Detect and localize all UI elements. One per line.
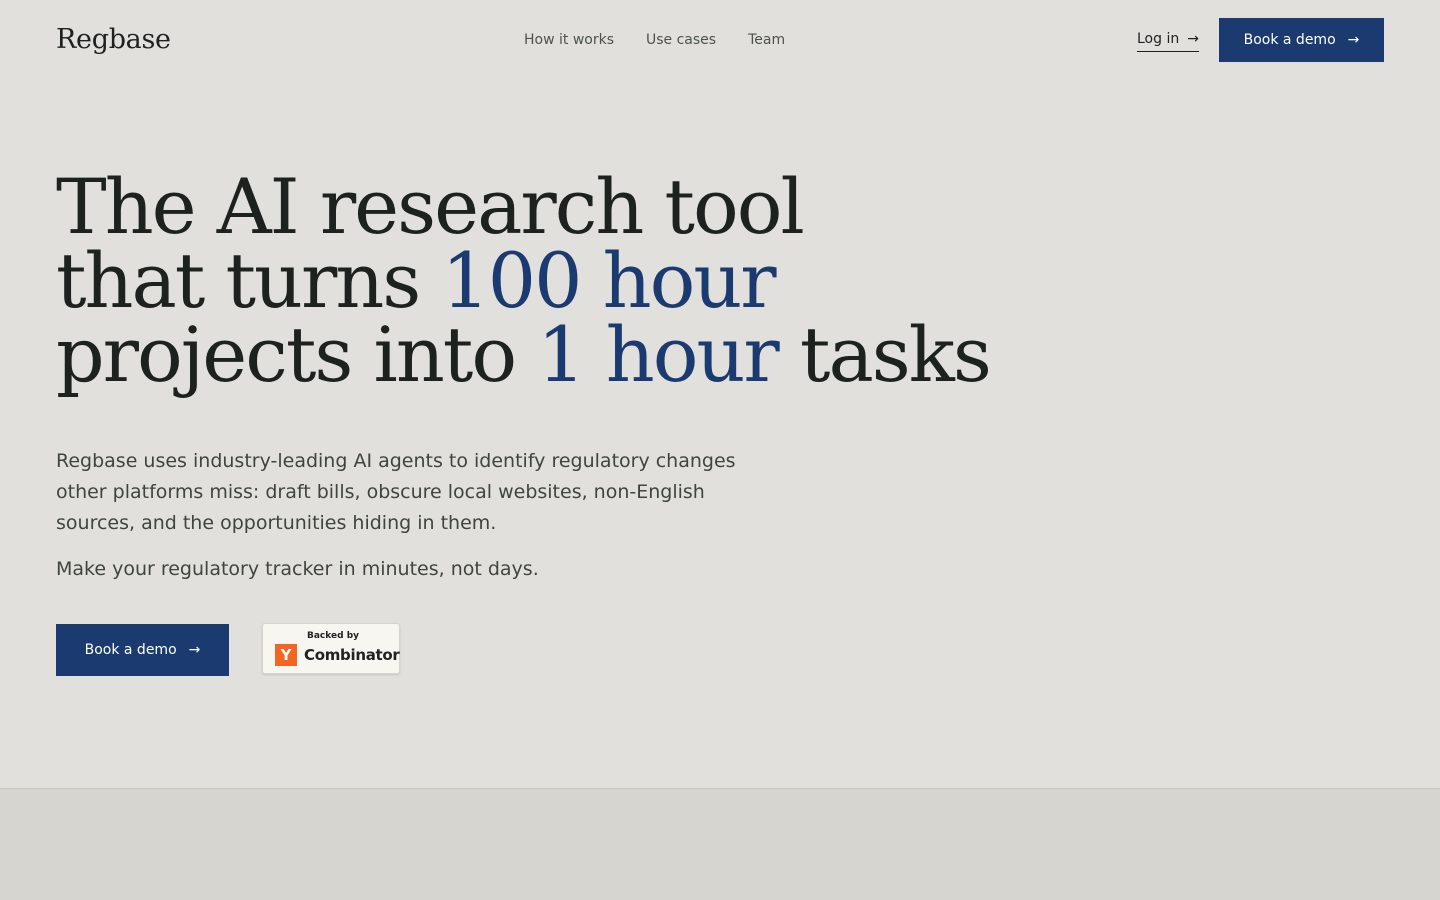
yc-logo-icon: Y [275, 644, 297, 666]
landing-page: Regbase How it works Use cases Team Log … [0, 0, 1440, 900]
logo[interactable]: Regbase [56, 20, 171, 60]
nav-how-it-works[interactable]: How it works [524, 29, 614, 51]
hero-title-line-2: that turns 100 hour [56, 243, 990, 319]
hero-title-line-3-suffix: tasks [777, 310, 992, 399]
book-demo-button-hero[interactable]: Book a demo → [56, 624, 229, 676]
book-demo-button-header[interactable]: Book a demo → [1219, 18, 1384, 62]
next-section [0, 788, 1440, 900]
arrow-right-icon: → [188, 642, 201, 658]
nav-team[interactable]: Team [748, 29, 785, 51]
hero-title-line-3-prefix: projects into [56, 310, 538, 399]
yc-backed-badge[interactable]: Backed by Y Combinator [262, 623, 400, 674]
login-link[interactable]: Log in → [1137, 28, 1199, 52]
hero-description: Regbase uses industry-leading AI agents … [56, 450, 736, 534]
arrow-right-icon: → [1347, 32, 1360, 48]
yc-backed-by-text: Backed by [307, 631, 360, 641]
hero-title-line-3: projects into 1 hour tasks [56, 317, 992, 393]
hero-tagline: Make your regulatory tracker in minutes,… [56, 558, 539, 580]
hero-title-line-1: The AI research tool [56, 162, 805, 251]
hero-title: The AI research tool that turns 100 hour… [56, 162, 992, 393]
main-nav: How it works Use cases Team [524, 29, 785, 51]
site-header: Regbase How it works Use cases Team Log … [0, 0, 1440, 80]
arrow-right-icon: → [1187, 31, 1199, 47]
hero-title-accent-1-hour: 1 hour [537, 310, 779, 399]
book-demo-label: Book a demo [1243, 32, 1336, 48]
book-demo-label: Book a demo [84, 642, 177, 658]
nav-use-cases[interactable]: Use cases [646, 29, 716, 51]
login-label: Log in [1137, 31, 1180, 47]
yc-name-text: Combinator [304, 646, 400, 664]
